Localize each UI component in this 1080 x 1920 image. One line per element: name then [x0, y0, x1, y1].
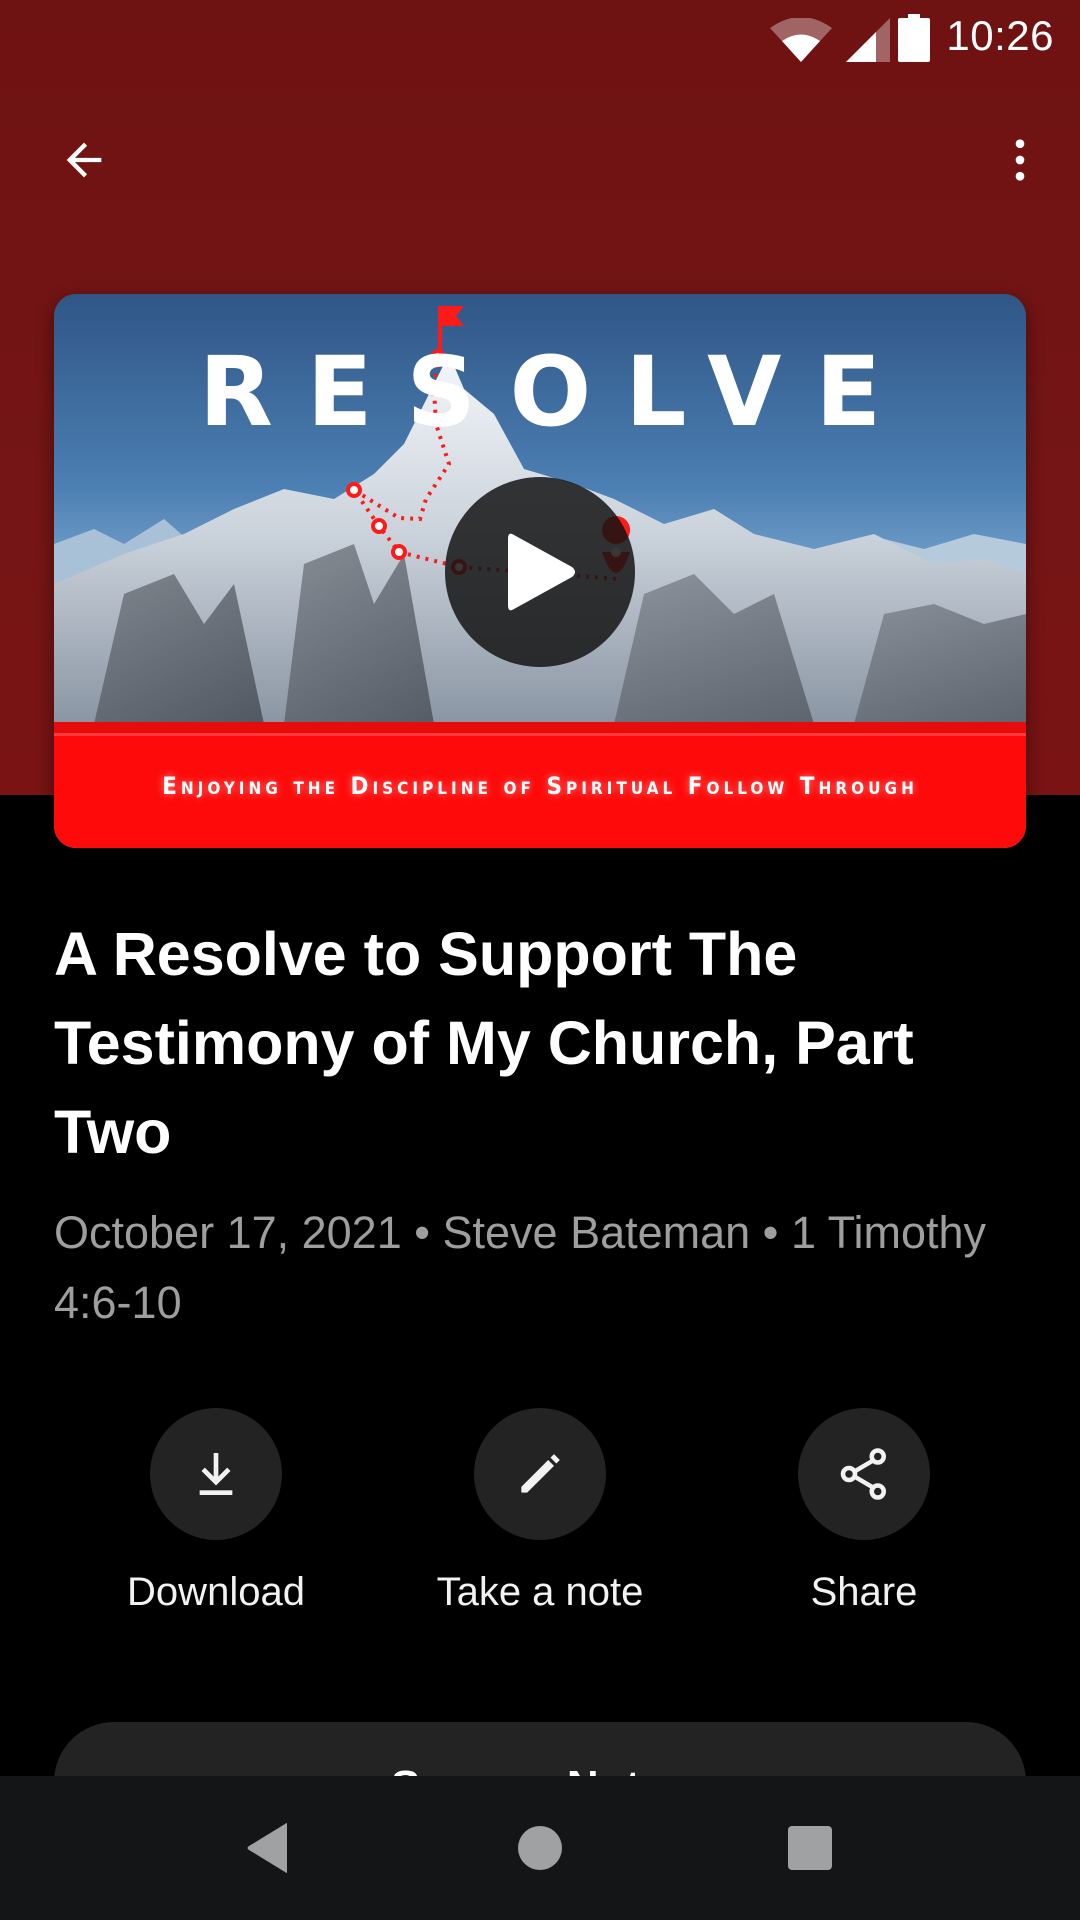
wifi-icon — [770, 18, 832, 62]
take-note-circle — [474, 1408, 606, 1540]
system-nav-bar — [0, 1776, 1080, 1920]
artwork-band-stripe — [54, 722, 1026, 736]
sermon-artwork[interactable]: RESOLVE Enjoying the Discipline of Spiri… — [54, 294, 1026, 848]
share-icon — [840, 1448, 887, 1500]
arrow-back-icon — [66, 142, 102, 178]
back-button[interactable] — [48, 124, 120, 196]
pencil-icon — [521, 1454, 560, 1493]
more-vertical-icon — [1015, 139, 1025, 181]
back-triangle-icon — [247, 1823, 287, 1873]
battery-icon — [898, 14, 930, 62]
share-button[interactable]: Share — [702, 1408, 1026, 1615]
status-time: 10:26 — [946, 12, 1054, 59]
home-circle-icon — [518, 1826, 562, 1870]
download-button[interactable]: Download — [54, 1408, 378, 1615]
sermon-title: A Resolve to Support The Testimony of My… — [54, 920, 914, 1166]
action-row: Download Take a note Share — [0, 1408, 1080, 1638]
play-icon — [508, 533, 575, 611]
series-subtitle: Enjoying the Discipline of Spiritual Fol… — [162, 772, 918, 800]
take-note-label: Take a note — [436, 1570, 644, 1614]
nav-back-button[interactable] — [233, 1812, 305, 1884]
download-circle — [150, 1408, 282, 1540]
status-icons — [770, 14, 960, 62]
play-button[interactable] — [445, 477, 635, 667]
status-bar: 10:26 — [0, 0, 1080, 75]
more-options-button[interactable] — [984, 124, 1056, 196]
nav-recents-button[interactable] — [774, 1812, 846, 1884]
download-label: Download — [127, 1570, 305, 1614]
nav-home-button[interactable] — [504, 1812, 576, 1884]
download-icon — [199, 1453, 233, 1495]
take-note-button[interactable]: Take a note — [378, 1408, 702, 1615]
share-label: Share — [810, 1570, 918, 1614]
sermon-meta: October 17, 2021 • Steve Bateman • 1 Tim… — [54, 1207, 987, 1328]
app-bar — [0, 100, 1080, 212]
series-title: RESOLVE — [198, 336, 916, 448]
recents-square-icon — [788, 1826, 832, 1870]
cellular-signal-icon — [846, 18, 890, 62]
share-circle — [798, 1408, 930, 1540]
